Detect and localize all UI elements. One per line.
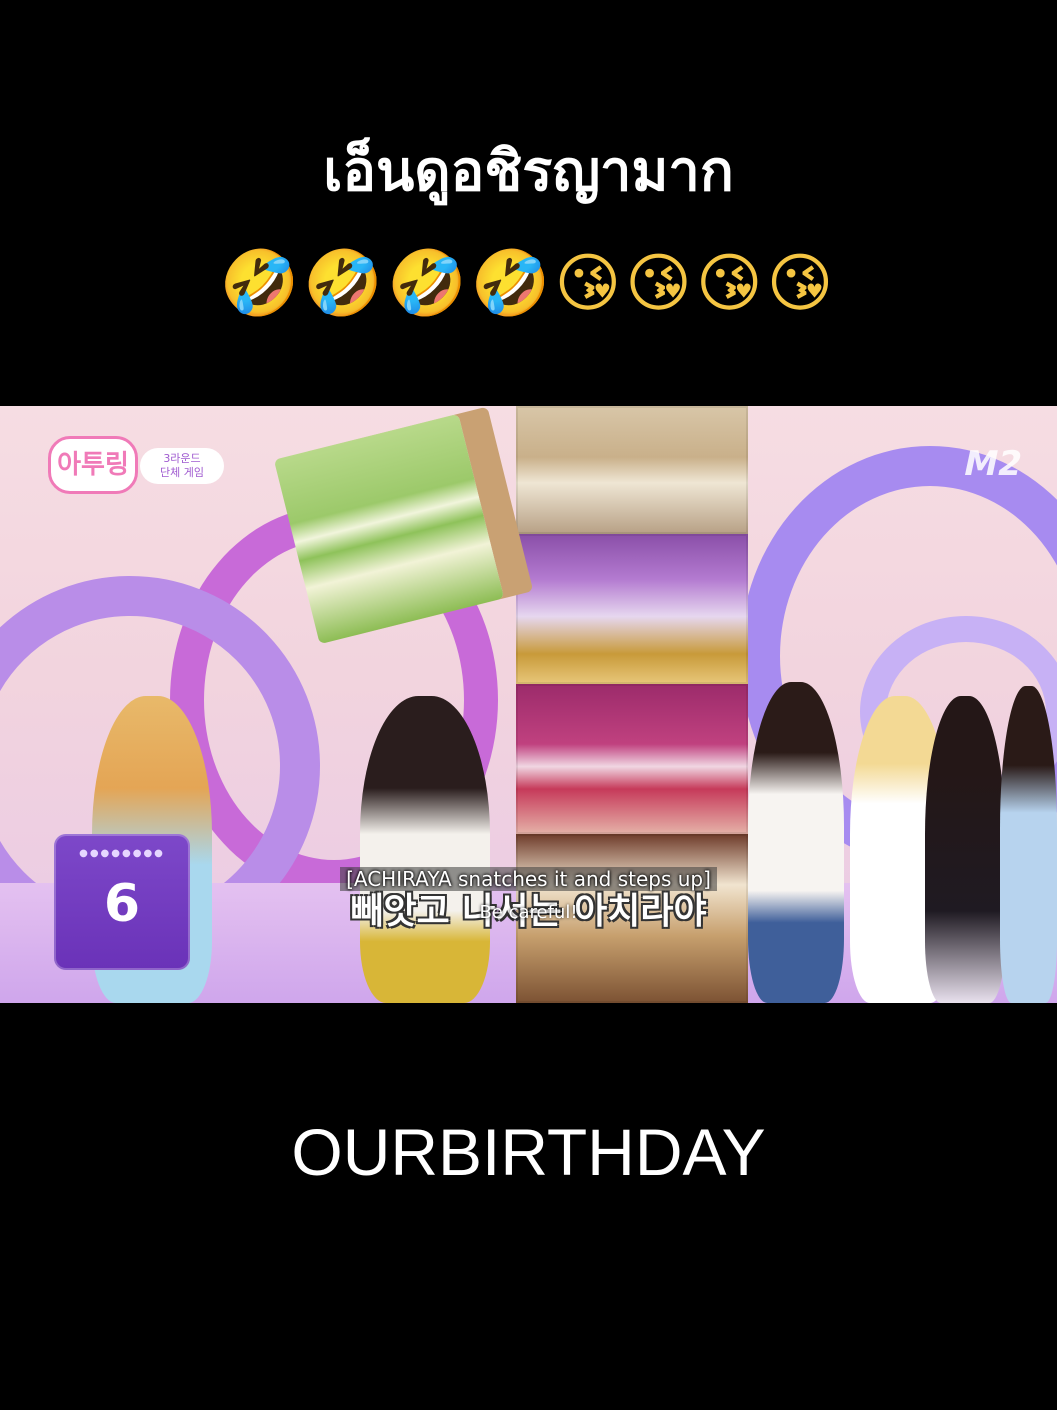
- cake-layer: [516, 534, 748, 684]
- cake-layer: [516, 684, 748, 834]
- round-badge: 3라운드 단체 게임: [140, 448, 224, 484]
- caption-title: เอ็นดูอชิรญามาก: [323, 139, 734, 204]
- subtitle-english-overlay: Be careful!: [479, 902, 578, 923]
- footer-caption: OURBIRTHDAY: [291, 1115, 766, 1189]
- person: [925, 696, 1005, 1003]
- video-frame[interactable]: 아투링 3라운드 단체 게임 M2 ●●●●●●●● 6 [ACHIRAYA s…: [0, 406, 1057, 1003]
- person: [748, 682, 844, 1003]
- cake-layer: [516, 406, 748, 534]
- show-logo-badge: 아투링: [48, 436, 138, 494]
- timer-dots-icon: ●●●●●●●●: [79, 848, 165, 859]
- caption-emojis: 🤣🤣🤣🤣😘😘😘😘: [219, 247, 838, 321]
- round-sublabel: 단체 게임: [160, 466, 204, 479]
- round-label: 3라운드: [163, 452, 201, 465]
- person: [1000, 686, 1057, 1003]
- person: [360, 696, 490, 1003]
- channel-logo: M2: [959, 444, 1027, 484]
